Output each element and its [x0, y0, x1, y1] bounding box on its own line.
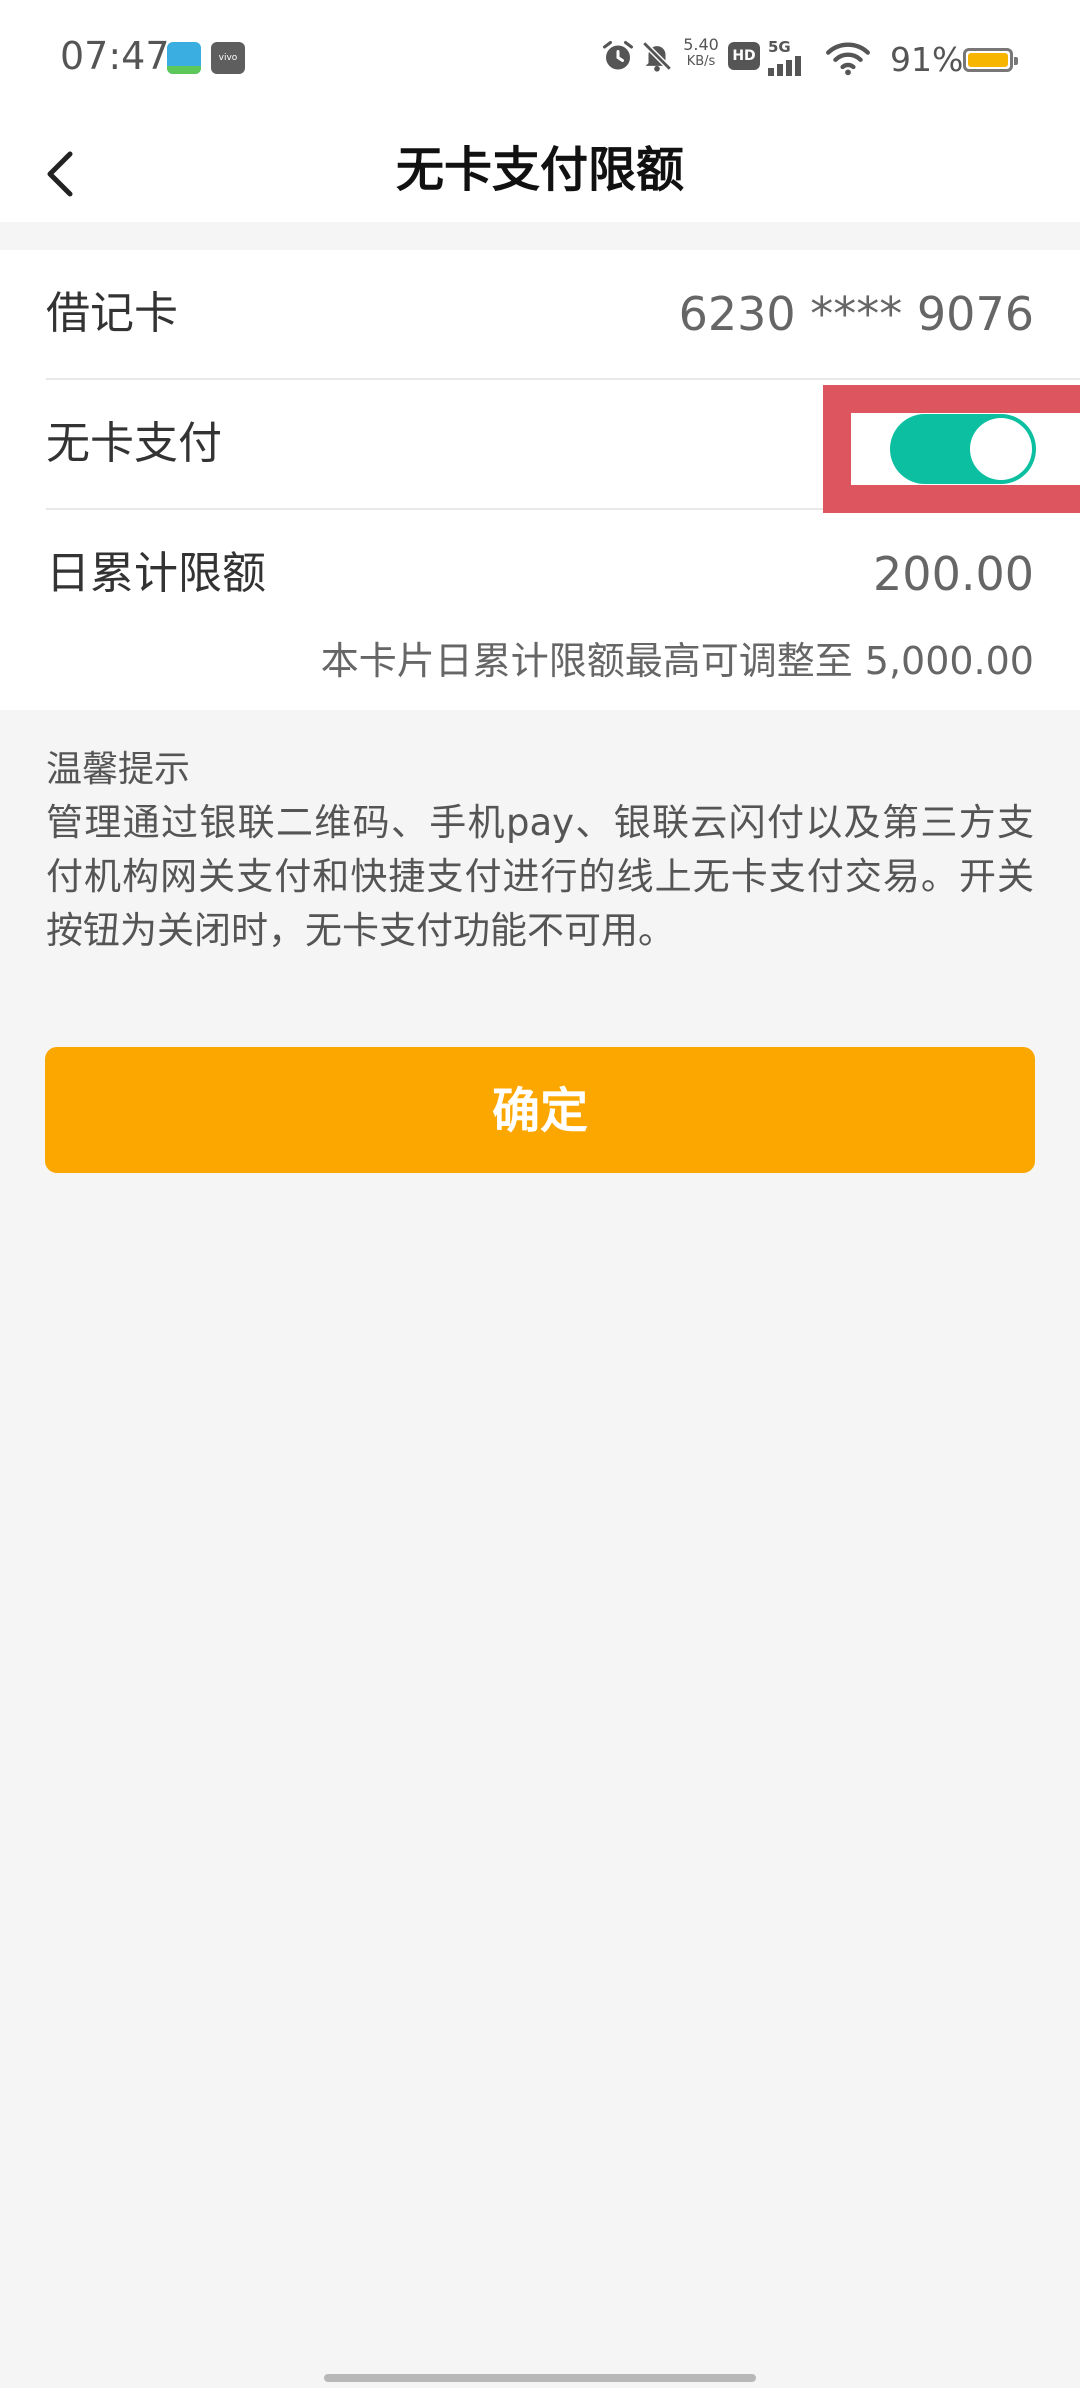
daily-limit-row[interactable]: 日累计限额 200.00 — [46, 510, 1080, 638]
net-speed-value: 5.40 — [683, 35, 719, 54]
status-icons: 5.40 KB/s HD 5G 91% — [600, 28, 1080, 88]
battery-percent: 91% — [890, 40, 964, 79]
battery-icon — [963, 48, 1018, 72]
wifi-settings-app-icon — [167, 42, 201, 74]
net-speed-unit: KB/s — [686, 54, 716, 69]
home-indicator[interactable] — [324, 2374, 756, 2382]
back-button[interactable] — [38, 132, 118, 212]
debit-card-label: 借记卡 — [46, 288, 178, 339]
net-speed: 5.40 KB/s — [678, 36, 724, 70]
cardless-payment-toggle[interactable] — [890, 414, 1036, 484]
limit-hint: 本卡片日累计限额最高可调整至 5,000.00 — [320, 639, 1034, 683]
tips-body: 管理通过银联二维码、手机pay、银联云闪付以及第三方支付机构网关支付和快捷支付进… — [46, 801, 1034, 952]
tips-section: 温馨提示 管理通过银联二维码、手机pay、银联云闪付以及第三方支付机构网关支付和… — [46, 744, 1034, 958]
mute-icon — [642, 41, 672, 72]
signal-icon — [768, 56, 801, 76]
status-bar: 07:47 vivo 5.40 KB/s HD 5G 91% — [0, 0, 1080, 118]
toggle-knob — [970, 418, 1032, 480]
cardless-payment-label: 无卡支付 — [46, 418, 222, 469]
confirm-button[interactable]: 确定 — [45, 1047, 1035, 1173]
debit-card-number: 6230 **** 9076 — [678, 287, 1034, 341]
daily-limit-label: 日累计限额 — [46, 548, 266, 599]
vivo-app-icon: vivo — [211, 42, 245, 74]
page-title: 无卡支付限额 — [395, 142, 684, 198]
hd-icon: HD — [728, 42, 760, 70]
status-time: 07:47 — [60, 34, 170, 78]
wifi-icon — [826, 42, 870, 76]
daily-limit-value[interactable]: 200.00 — [873, 510, 1034, 638]
alarm-icon — [603, 41, 633, 70]
nav-bar: 无卡支付限额 — [0, 118, 1080, 222]
tips-title: 温馨提示 — [46, 749, 191, 790]
chevron-left-icon — [47, 151, 73, 197]
debit-card-row[interactable]: 借记卡 6230 **** 9076 — [46, 250, 1080, 380]
